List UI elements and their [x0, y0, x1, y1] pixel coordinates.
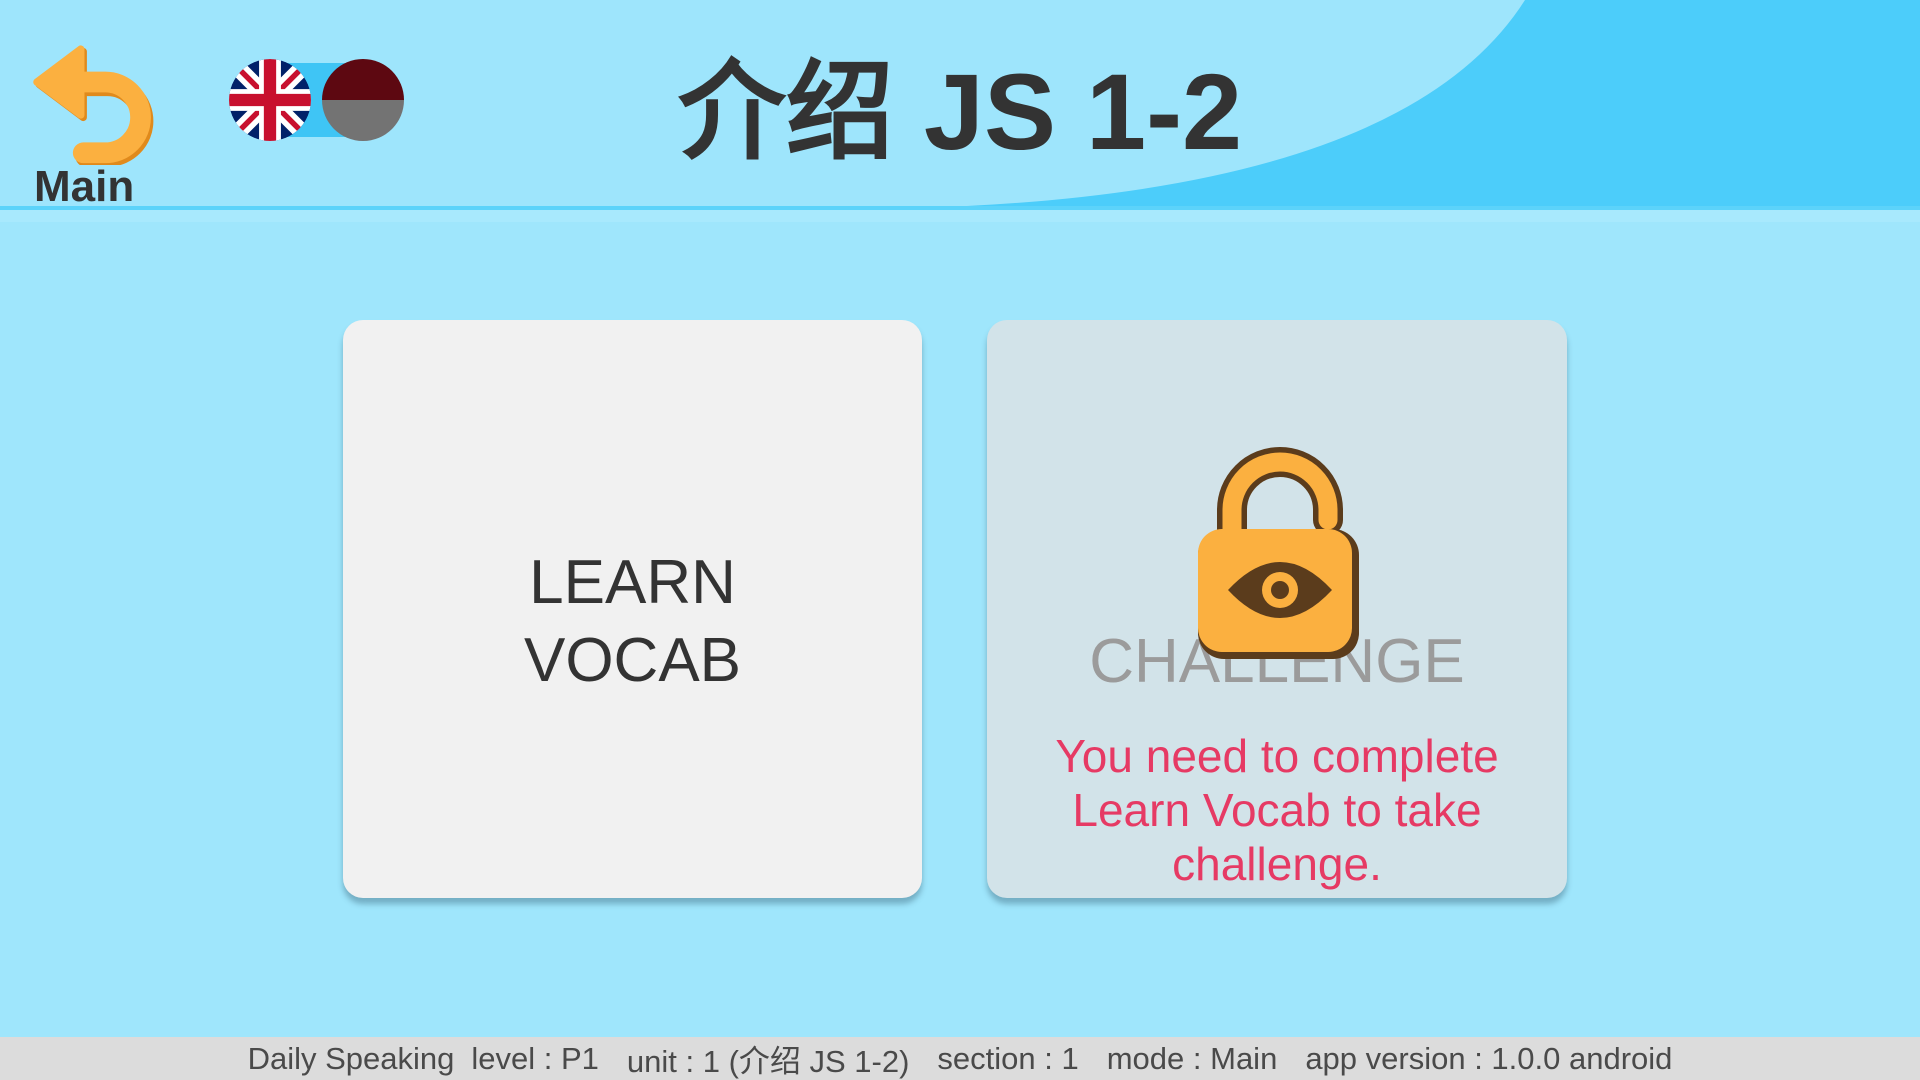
footer-section: section : 1 — [937, 1040, 1079, 1076]
footer-level: level : P1 — [471, 1040, 599, 1076]
lock-icon — [1198, 447, 1359, 659]
header-divider-band — [0, 210, 1920, 222]
footer-app-name: Daily Speaking — [247, 1040, 455, 1076]
learn-vocab-label: LEARN VOCAB — [343, 544, 922, 700]
challenge-message-line: You need to complete — [1055, 730, 1499, 782]
back-button-label: Main — [34, 162, 135, 211]
challenge-card[interactable]: CHALLENGE You need to complete Learn Voc… — [987, 320, 1567, 898]
footer-unit: unit : 1 (介绍 JS 1-2) — [626, 1044, 910, 1079]
footer-app-version: app version : 1.0.0 android — [1305, 1040, 1673, 1076]
learn-vocab-card[interactable]: LEARN VOCAB — [343, 320, 922, 898]
challenge-locked-message: You need to complete Learn Vocab to take… — [987, 729, 1567, 891]
challenge-message-line: challenge. — [1172, 838, 1382, 890]
challenge-message-line: Learn Vocab to take — [1072, 784, 1482, 836]
header: Main 介绍 JS 1-2 — [0, 0, 1920, 210]
footer-mode: mode : Main — [1106, 1040, 1278, 1076]
status-footer: Daily Speaking level : P1 unit : 1 (介绍 J… — [0, 1037, 1920, 1080]
learn-vocab-label-line: VOCAB — [523, 626, 742, 695]
page-title: 介绍 JS 1-2 — [677, 51, 1243, 172]
learn-vocab-label-line: LEARN — [529, 548, 736, 617]
